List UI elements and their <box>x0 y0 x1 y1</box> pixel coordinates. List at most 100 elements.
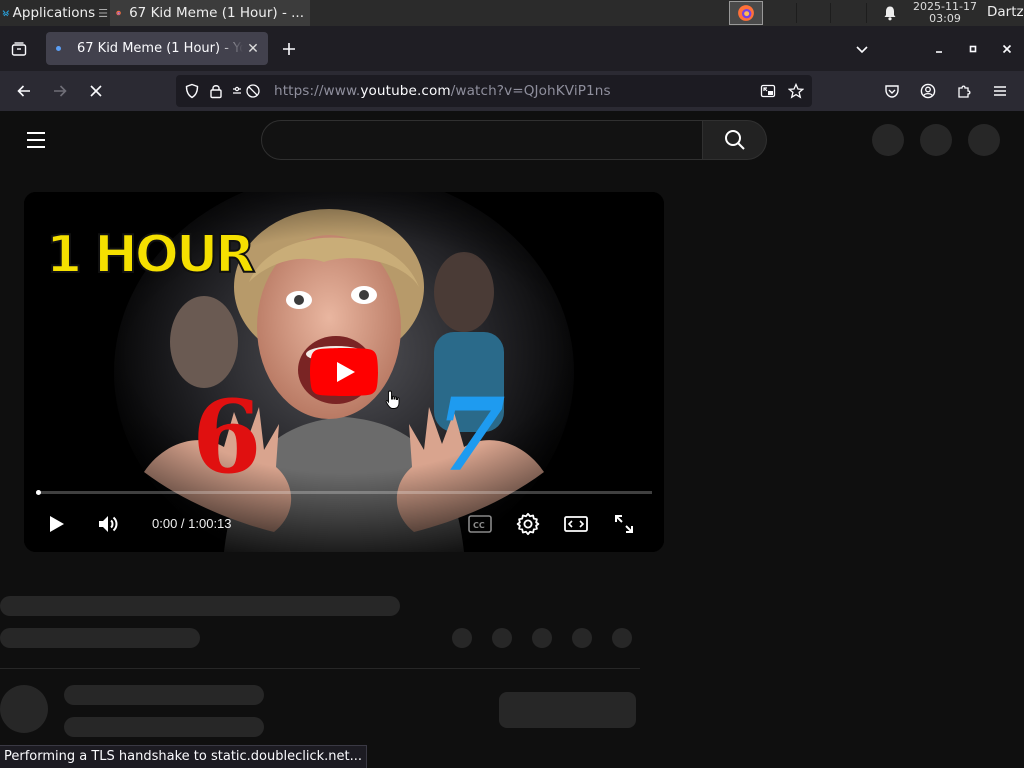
fullscreen-icon <box>615 515 633 533</box>
minimize-icon <box>936 51 942 53</box>
picture-in-picture-icon <box>760 84 776 98</box>
header-button-placeholder <box>872 124 904 156</box>
captions-icon: CC <box>468 515 492 533</box>
back-button[interactable] <box>11 79 37 103</box>
theater-mode-icon <box>564 516 588 532</box>
tab-active[interactable]: 67 Kid Meme (1 Hour) - YouTube ✕ <box>46 32 268 65</box>
permissions-button[interactable] <box>228 79 268 103</box>
extensions-button[interactable] <box>951 79 977 103</box>
url-path: /watch?v=QJohKViP1ns <box>450 83 611 99</box>
plus-icon <box>283 43 295 55</box>
applications-label: Applications <box>12 5 96 21</box>
maximize-button[interactable] <box>962 38 984 60</box>
meta-skeleton <box>0 628 200 648</box>
settings-gear-icon <box>516 512 540 536</box>
window-close-icon <box>1002 44 1012 54</box>
clock[interactable]: 2025-11-17 03:09 <box>906 1 984 24</box>
captions-button[interactable]: CC <box>464 508 496 540</box>
taskbar-window-title: 67 Kid Meme (1 Hour) - ... <box>129 5 304 21</box>
forward-arrow-icon <box>54 85 67 97</box>
channel-name-skeleton <box>64 685 264 705</box>
action-skeleton <box>612 628 632 648</box>
bell-icon[interactable] <box>882 5 898 21</box>
tab-list-icon <box>11 42 27 56</box>
taskbar-separator <box>830 3 831 23</box>
shield-icon <box>185 83 199 99</box>
list-all-tabs-button[interactable] <box>851 38 873 60</box>
scrubber-handle[interactable] <box>36 490 41 495</box>
mute-button[interactable] <box>92 508 124 540</box>
stop-icon <box>90 85 102 97</box>
minimize-button[interactable] <box>928 38 950 60</box>
pocket-icon <box>885 85 899 98</box>
action-skeleton <box>572 628 592 648</box>
browser-nav-bar: https://www.youtube.com/watch?v=QJohKViP… <box>0 71 1024 111</box>
firefox-launcher-icon <box>738 5 754 21</box>
youtube-play-button-icon[interactable] <box>310 348 378 396</box>
chevron-down-icon <box>856 46 868 54</box>
user-name[interactable]: Dartz <box>987 4 1024 20</box>
youtube-page: 1 HOUR 6 7 0:00 / 1:00:13 CC <box>0 111 1024 768</box>
channel-subs-skeleton <box>64 717 264 737</box>
taskbar-separator <box>866 3 867 23</box>
status-panel: Performing a TLS handshake to static.dou… <box>0 745 368 768</box>
tab-loading-icon <box>56 46 61 51</box>
url-prefix: https://www. <box>274 83 361 99</box>
lock-icon <box>210 85 222 99</box>
search-button[interactable] <box>703 120 767 160</box>
thumbnail-text-1-hour: 1 HOUR <box>46 225 254 285</box>
search-box[interactable] <box>261 120 703 160</box>
applications-menu[interactable]: Applications ☰ <box>0 0 108 26</box>
os-taskbar: Applications ☰ 67 Kid Meme (1 Hour) - ..… <box>0 0 1024 26</box>
progress-bar[interactable] <box>36 490 652 495</box>
site-security-button[interactable] <box>204 79 228 103</box>
header-avatar-placeholder <box>968 124 1000 156</box>
firefox-icon <box>116 10 121 16</box>
hand-cursor-icon <box>385 390 400 409</box>
search-icon <box>724 130 745 150</box>
header-button-placeholder <box>920 124 952 156</box>
search-input[interactable] <box>262 121 702 159</box>
guide-menu-icon[interactable] <box>24 131 48 149</box>
back-arrow-icon <box>17 85 30 97</box>
bookmark-button[interactable] <box>784 79 808 103</box>
permissions-icon <box>233 84 260 98</box>
menu-icon <box>994 86 1006 96</box>
grip-icon: ☰ <box>98 6 108 20</box>
action-skeleton <box>452 628 472 648</box>
maximize-icon <box>969 45 977 53</box>
forward-button[interactable] <box>47 79 73 103</box>
taskbar-window-firefox[interactable]: 67 Kid Meme (1 Hour) - ... <box>110 0 310 26</box>
pocket-button[interactable] <box>879 79 905 103</box>
browser-tab-bar: 67 Kid Meme (1 Hour) - YouTube ✕ <box>0 26 1024 71</box>
settings-button[interactable] <box>512 508 544 540</box>
clock-date: 2025-11-17 <box>913 0 977 13</box>
window-close-button[interactable] <box>996 38 1018 60</box>
new-tab-button[interactable] <box>278 38 300 60</box>
time-display: 0:00 / 1:00:13 <box>152 516 232 531</box>
url-text: https://www.youtube.com/watch?v=QJohKViP… <box>274 83 611 99</box>
play-button[interactable] <box>40 508 72 540</box>
account-icon <box>920 83 936 99</box>
subscribe-skeleton <box>499 692 636 728</box>
tab-title: 67 Kid Meme (1 Hour) - YouTube <box>77 41 243 56</box>
fullscreen-button[interactable] <box>608 508 640 540</box>
volume-icon <box>99 516 118 532</box>
tracking-protection-button[interactable] <box>180 79 204 103</box>
video-player[interactable]: 1 HOUR 6 7 0:00 / 1:00:13 CC <box>24 192 664 552</box>
channel-avatar-skeleton <box>0 685 48 733</box>
close-icon[interactable]: ✕ <box>243 39 263 59</box>
firefox-view-button[interactable] <box>6 36 32 62</box>
account-button[interactable] <box>915 79 941 103</box>
thumbnail-text-7: 7 <box>436 376 506 494</box>
stop-button[interactable] <box>83 79 109 103</box>
url-host: youtube.com <box>360 83 451 99</box>
theater-mode-button[interactable] <box>560 508 592 540</box>
app-menu-button[interactable] <box>987 79 1013 103</box>
xfce-logo-icon <box>2 10 10 17</box>
picture-in-picture-button[interactable] <box>756 79 780 103</box>
address-bar[interactable]: https://www.youtube.com/watch?v=QJohKViP… <box>176 75 812 107</box>
taskbar-firefox-launcher[interactable] <box>729 1 763 25</box>
svg-text:CC: CC <box>473 521 485 530</box>
extensions-icon <box>958 85 971 98</box>
